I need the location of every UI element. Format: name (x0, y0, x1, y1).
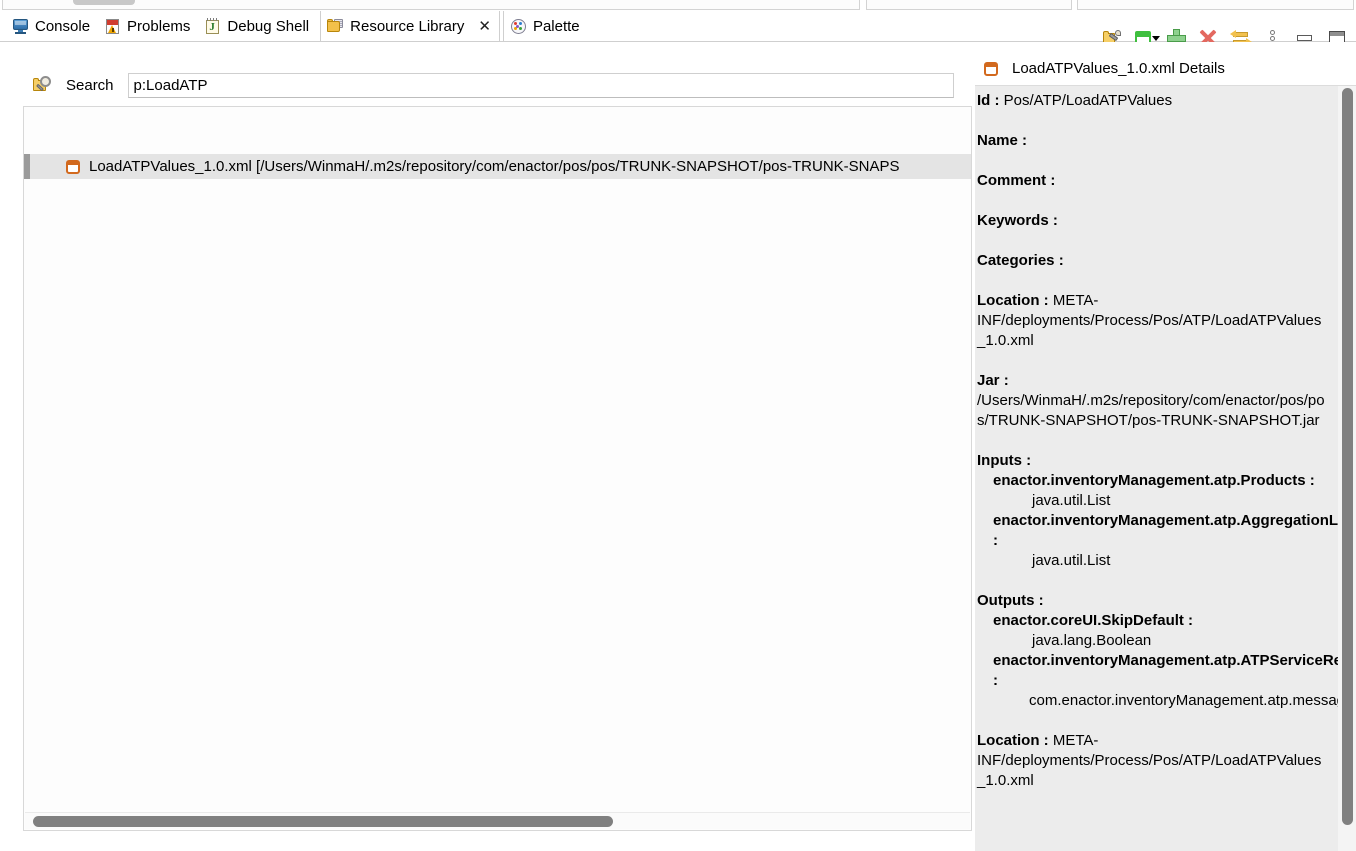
tab-palette-label: Palette (532, 18, 580, 35)
eclipse-resource-library-view: Console Problems J Debug Shell Resource … (0, 0, 1356, 851)
detail-jar: Jar : /Users/WinmaH/.m2s/repository/com/… (977, 371, 1329, 431)
search-label: Search (66, 76, 114, 94)
tab-problems[interactable]: Problems (98, 11, 198, 42)
search-results-list[interactable]: LoadATPValues_1.0.xml [/Users/WinmaH/.m2… (23, 106, 972, 831)
input-type: java.util.List (1032, 552, 1111, 569)
view-body: Search LoadATPValues_1.0.xml [/Users/Win… (0, 42, 1356, 851)
tab-debug-shell[interactable]: J Debug Shell (198, 11, 317, 42)
detail-location: Location : META-INF/deployments/Process/… (977, 291, 1329, 351)
details-content: Id : Pos/ATP/LoadATPValues Name : Commen… (977, 91, 1356, 811)
detail-outputs-label: Outputs : (977, 592, 1044, 609)
debug-shell-icon: J (204, 18, 221, 35)
detail-id-label: Id : (977, 92, 1000, 109)
input-name: enactor.inventoryManagement.atp.Aggregat… (993, 512, 1356, 549)
detail-jar-label: Jar : (977, 372, 1009, 389)
folder-icon (327, 18, 344, 35)
detail-outputs: Outputs : enactor.coreUI.SkipDefault : j… (977, 591, 1356, 711)
resource-details-panel: LoadATPValues_1.0.xml Details Id : Pos/A… (975, 42, 1356, 851)
panel-divider[interactable] (972, 84, 973, 851)
detail-inputs-label: Inputs : (977, 452, 1032, 469)
editor-sliver-middle (866, 0, 1072, 10)
palette-icon (510, 18, 527, 35)
detail-keywords: Keywords : (977, 211, 1329, 231)
view-tab-bar: Console Problems J Debug Shell Resource … (0, 11, 1356, 47)
detail-name: Name : (977, 131, 1329, 151)
detail-location-2-label: Location : (977, 732, 1049, 749)
search-input[interactable] (127, 72, 954, 98)
detail-id: Id : Pos/ATP/LoadATPValues (977, 91, 1329, 111)
horizontal-scrollbar[interactable] (25, 812, 970, 829)
detail-location-label: Location : (977, 292, 1049, 309)
input-name: enactor.inventoryManagement.atp.Products… (993, 472, 1315, 489)
detail-keywords-label: Keywords : (977, 212, 1058, 229)
problems-icon (104, 18, 121, 35)
detail-jar-value: /Users/WinmaH/.m2s/repository/com/enacto… (977, 392, 1325, 429)
input-type: java.util.List (1032, 492, 1111, 509)
detail-location-2: Location : META-INF/deployments/Process/… (977, 731, 1329, 791)
selection-indicator (24, 154, 30, 179)
detail-name-label: Name : (977, 132, 1028, 149)
xml-file-icon (983, 61, 999, 77)
output-type: com.enactor.inventoryManagement.atp.mess… (1029, 692, 1356, 709)
tab-palette[interactable]: Palette (502, 11, 588, 42)
output-type: java.lang.Boolean (1032, 632, 1152, 649)
editor-sliver-left (2, 0, 860, 10)
detail-inputs: Inputs : enactor.inventoryManagement.atp… (977, 451, 1356, 571)
details-header: LoadATPValues_1.0.xml Details (975, 52, 1356, 86)
search-row: Search (10, 68, 972, 102)
tab-resource-library-label: Resource Library (350, 18, 465, 35)
output-name: enactor.inventoryManagement.atp.ATPServi… (993, 652, 1356, 689)
editor-sliver-right (1077, 0, 1354, 10)
horizontal-scrollbar-thumb[interactable] (33, 816, 613, 827)
resource-search-panel: Search LoadATPValues_1.0.xml [/Users/Win… (10, 46, 972, 848)
console-icon (12, 18, 29, 35)
details-body[interactable]: Id : Pos/ATP/LoadATPValues Name : Commen… (975, 86, 1356, 851)
tab-problems-label: Problems (127, 18, 191, 35)
tab-list: Console Problems J Debug Shell Resource … (6, 11, 588, 42)
detail-categories: Categories : (977, 251, 1329, 271)
chevron-down-icon[interactable] (1152, 35, 1160, 41)
page-title: LoadATPValues_1.0.xml Details (1012, 60, 1225, 77)
xml-file-icon (65, 159, 81, 175)
editor-area-sliver (0, 0, 1356, 11)
list-item[interactable]: LoadATPValues_1.0.xml [/Users/WinmaH/.m2… (24, 154, 971, 179)
editor-tab-stub (73, 0, 135, 5)
detail-comment-label: Comment : (977, 172, 1056, 189)
close-icon[interactable]: ✕ (478, 19, 491, 34)
tab-debug-shell-label: Debug Shell (227, 18, 310, 35)
output-name: enactor.coreUI.SkipDefault : (993, 612, 1194, 629)
tab-console[interactable]: Console (6, 11, 98, 42)
tab-resource-library[interactable]: Resource Library ✕ (320, 11, 500, 42)
search-icon (33, 75, 55, 95)
detail-categories-label: Categories : (977, 252, 1064, 269)
detail-id-value: Pos/ATP/LoadATPValues (1003, 92, 1173, 109)
vertical-scrollbar-thumb[interactable] (1342, 88, 1353, 825)
tab-console-label: Console (35, 18, 91, 35)
list-item-label: LoadATPValues_1.0.xml [/Users/WinmaH/.m2… (89, 158, 900, 175)
detail-comment: Comment : (977, 171, 1329, 191)
vertical-scrollbar[interactable] (1338, 86, 1356, 851)
